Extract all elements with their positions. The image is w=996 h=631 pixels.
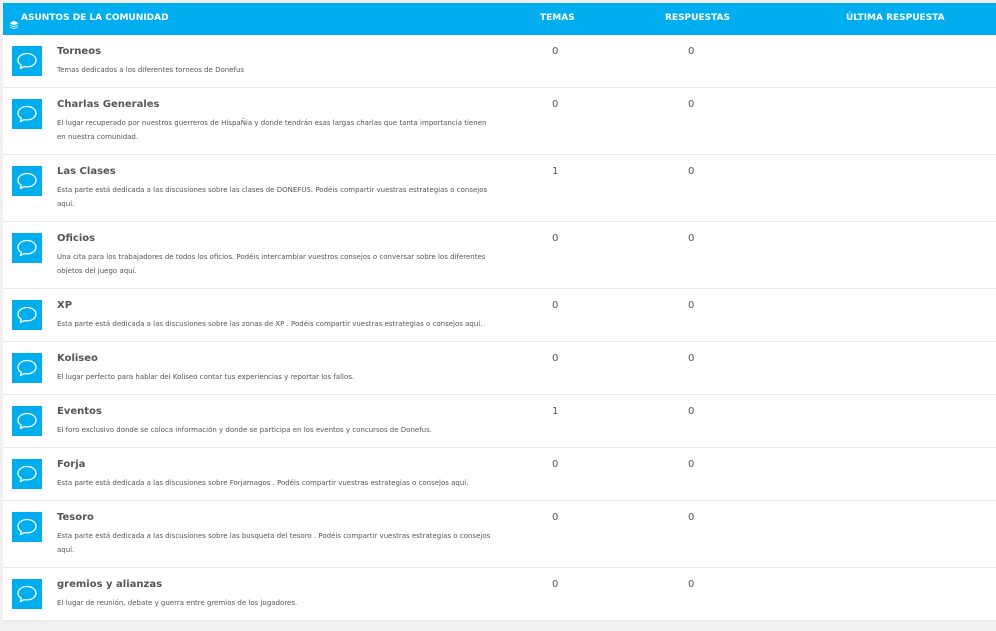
column-header-ultima-respuesta: ÚLTIMA RESPUESTA [846, 13, 945, 23]
chat-bubble-icon [12, 512, 42, 542]
topics-count: 1 [552, 406, 559, 417]
chat-bubble-icon [12, 166, 42, 196]
forum-title-link[interactable]: Koliseo [57, 353, 98, 364]
forum-title-link[interactable]: Torneos [57, 46, 101, 57]
forum-title-link[interactable]: Charlas Generales [57, 99, 159, 110]
topics-count: 0 [552, 579, 559, 590]
forum-description: El lugar de reunión, debate y guerra ent… [57, 599, 298, 607]
forum-row: Tesoro Esta parte está dedicada a las dis… [3, 501, 996, 568]
replies-count: 0 [688, 459, 695, 470]
topics-count: 1 [552, 166, 559, 177]
category-title-text: ASUNTOS DE LA COMUNIDAD [21, 13, 169, 23]
forum-row: Oficios Una cita para los trabajadores de… [3, 222, 996, 289]
column-header-respuestas: RESPUESTAS [665, 13, 730, 23]
forum-title-link[interactable]: gremios y alianzas [57, 579, 162, 590]
replies-count: 0 [688, 353, 695, 364]
forum-row: Eventos El foro exclusivo donde se coloca… [3, 395, 996, 448]
replies-count: 0 [688, 166, 695, 177]
chat-bubble-icon [12, 99, 42, 129]
topics-count: 0 [552, 99, 559, 110]
replies-count: 0 [688, 579, 695, 590]
forum-title-link[interactable]: Oficios [57, 233, 95, 244]
replies-count: 0 [688, 233, 695, 244]
forum-description: Esta parte está dedicada a las discusion… [57, 186, 488, 208]
forum-list: Torneos Temas dedicados a los diferentes … [3, 35, 996, 621]
category-title: ASUNTOS DE LA COMUNIDAD [9, 3, 169, 33]
forum-row: Torneos Temas dedicados a los diferentes … [3, 35, 996, 88]
forum-title-link[interactable]: Forja [57, 459, 85, 470]
chat-bubble-icon [12, 300, 42, 330]
chat-bubble-icon [12, 233, 42, 263]
forum-row: XP Esta parte está dedicada a las discusi… [3, 289, 996, 342]
layers-icon [9, 13, 19, 30]
forum-description: Temas dedicados a los diferentes torneos… [57, 66, 245, 74]
chat-bubble-icon [12, 459, 42, 489]
column-header-temas: TEMAS [540, 13, 575, 23]
forum-description: El foro exclusivo donde se coloca inform… [57, 426, 432, 434]
replies-count: 0 [688, 46, 695, 57]
chat-bubble-icon [12, 46, 42, 76]
forum-description: Esta parte está dedicada a las discusion… [57, 320, 483, 328]
category-header: ASUNTOS DE LA COMUNIDAD TEMAS RESPUESTAS… [3, 3, 996, 35]
forum-row: Koliseo El lugar perfecto para hablar del… [3, 342, 996, 395]
forum-description: El lugar perfecto para hablar del Kolise… [57, 373, 355, 381]
topics-count: 0 [552, 46, 559, 57]
forum-title-link[interactable]: Tesoro [57, 512, 94, 523]
forum-row: Las Clases Esta parte está dedicada a las… [3, 155, 996, 222]
replies-count: 0 [688, 99, 695, 110]
forum-row: Charlas Generales El lugar recuperado por… [3, 88, 996, 155]
topics-count: 0 [552, 512, 559, 523]
topics-count: 0 [552, 353, 559, 364]
topics-count: 0 [552, 459, 559, 470]
forum-description: Esta parte está dedicada a las discusion… [57, 532, 491, 554]
forum-title-link[interactable]: Las Clases [57, 166, 116, 177]
forum-description: El lugar recuperado por nuestros guerrer… [57, 119, 487, 141]
replies-count: 0 [688, 512, 695, 523]
forum-title-link[interactable]: XP [57, 300, 72, 311]
topics-count: 0 [552, 233, 559, 244]
topics-count: 0 [552, 300, 559, 311]
chat-bubble-icon [12, 579, 42, 609]
replies-count: 0 [688, 406, 695, 417]
forum-description: Una cita para los trabajadores de todos … [57, 253, 486, 275]
chat-bubble-icon [12, 353, 42, 383]
forum-description: Esta parte está dedicada a las discusion… [57, 479, 469, 487]
forum-category: ASUNTOS DE LA COMUNIDAD TEMAS RESPUESTAS… [3, 3, 996, 621]
forum-row: Forja Esta parte está dedicada a las disc… [3, 448, 996, 501]
forum-row: gremios y alianzas El lugar de reunión, d… [3, 568, 996, 621]
chat-bubble-icon [12, 406, 42, 436]
replies-count: 0 [688, 300, 695, 311]
forum-title-link[interactable]: Eventos [57, 406, 102, 417]
